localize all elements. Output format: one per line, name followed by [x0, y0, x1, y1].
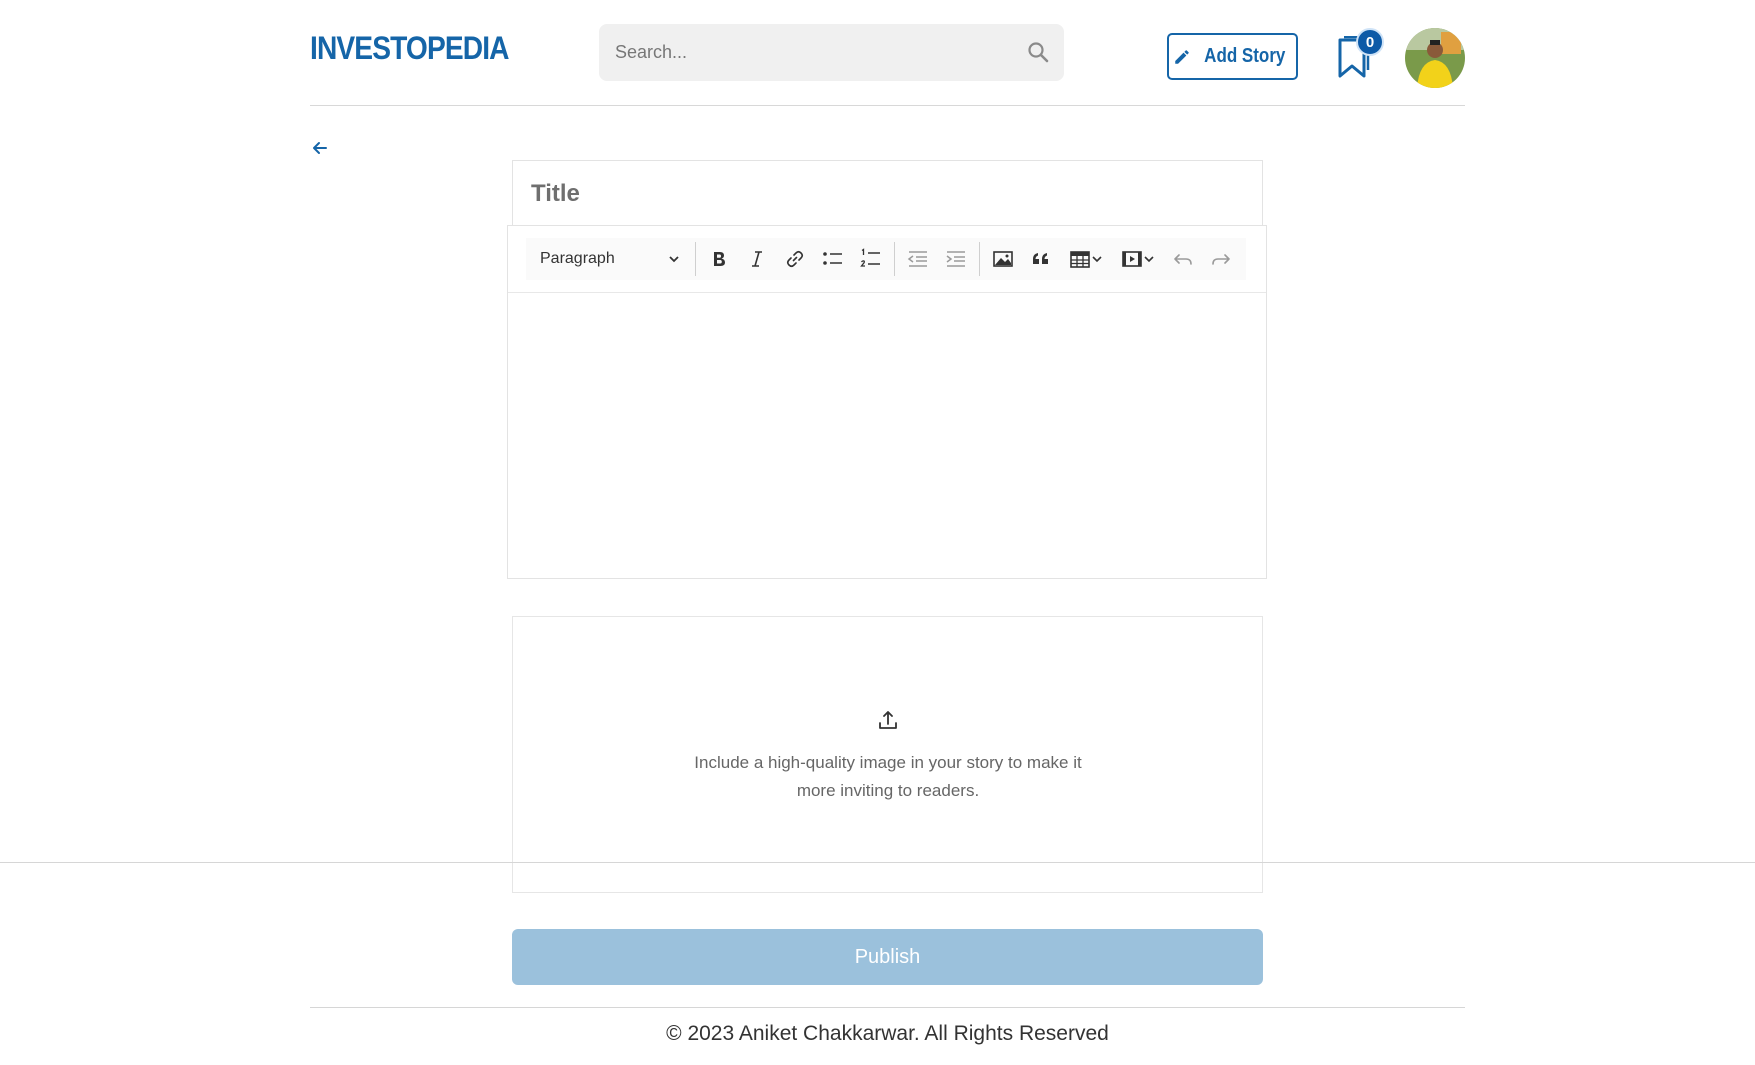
image-icon	[993, 251, 1013, 267]
heading-dropdown-value: Paragraph	[540, 250, 615, 267]
undo-icon	[1174, 254, 1192, 265]
blockquote-button[interactable]	[1022, 240, 1060, 278]
publish-button[interactable]: Publish	[512, 929, 1263, 985]
back-arrow-icon[interactable]	[310, 138, 330, 158]
title-input[interactable]	[513, 161, 1262, 226]
upload-hint-text: Include a high-quality image in your sto…	[694, 753, 1082, 800]
divider-line	[0, 862, 1755, 863]
undo-button[interactable]	[1164, 240, 1202, 278]
table-icon	[1070, 251, 1090, 268]
bold-icon	[714, 252, 725, 266]
footer-copyright: © 2023 Aniket Chakkarwar. All Rights Res…	[666, 1022, 1109, 1045]
search-icon[interactable]	[1026, 40, 1050, 64]
pencil-icon	[1174, 49, 1189, 64]
site-logo[interactable]: INVESTOPEDIA	[310, 30, 509, 67]
redo-button[interactable]	[1202, 240, 1240, 278]
insert-media-button[interactable]	[1112, 240, 1164, 278]
chevron-down-icon	[1144, 256, 1154, 263]
title-field-container	[512, 160, 1263, 226]
numbered-list-icon	[860, 248, 880, 267]
toolbar-separator	[979, 242, 980, 276]
rich-text-editor: Paragraph	[507, 225, 1267, 579]
editor-content-area[interactable]	[508, 292, 1266, 579]
toolbar-separator	[695, 242, 696, 276]
add-story-button[interactable]: Add Story	[1167, 33, 1298, 80]
blockquote-icon	[1033, 253, 1048, 264]
insert-image-button[interactable]	[984, 240, 1022, 278]
upload-icon	[879, 711, 897, 729]
top-header: INVESTOPEDIA Add Story 0	[310, 0, 1465, 106]
user-avatar[interactable]	[1405, 28, 1465, 88]
editor-toolbar: Paragraph	[526, 238, 1246, 280]
media-embed-icon	[1122, 251, 1142, 267]
bookmark-count-badge: 0	[1356, 28, 1384, 56]
chevron-down-icon	[669, 256, 679, 263]
indent-icon	[946, 251, 965, 267]
italic-icon	[752, 251, 762, 267]
outdent-icon	[907, 251, 927, 267]
bulleted-list-icon	[823, 252, 842, 265]
bold-button[interactable]	[700, 240, 738, 278]
chevron-down-icon	[1092, 256, 1102, 263]
insert-table-button[interactable]	[1060, 240, 1112, 278]
indent-button[interactable]	[937, 240, 975, 278]
bulleted-list-button[interactable]	[814, 240, 852, 278]
footer-divider	[310, 1007, 1465, 1008]
heading-dropdown[interactable]: Paragraph	[526, 238, 691, 280]
link-button[interactable]	[776, 240, 814, 278]
numbered-list-button[interactable]	[852, 240, 890, 278]
italic-button[interactable]	[738, 240, 776, 278]
redo-icon	[1212, 254, 1230, 265]
link-icon	[786, 250, 804, 268]
add-story-label: Add Story	[1203, 45, 1286, 67]
toolbar-separator	[894, 242, 895, 276]
image-upload-dropzone[interactable]: Include a high-quality image in your sto…	[512, 616, 1263, 893]
search-bar	[599, 24, 1064, 81]
outdent-button[interactable]	[899, 240, 937, 278]
search-input[interactable]	[599, 24, 1064, 81]
